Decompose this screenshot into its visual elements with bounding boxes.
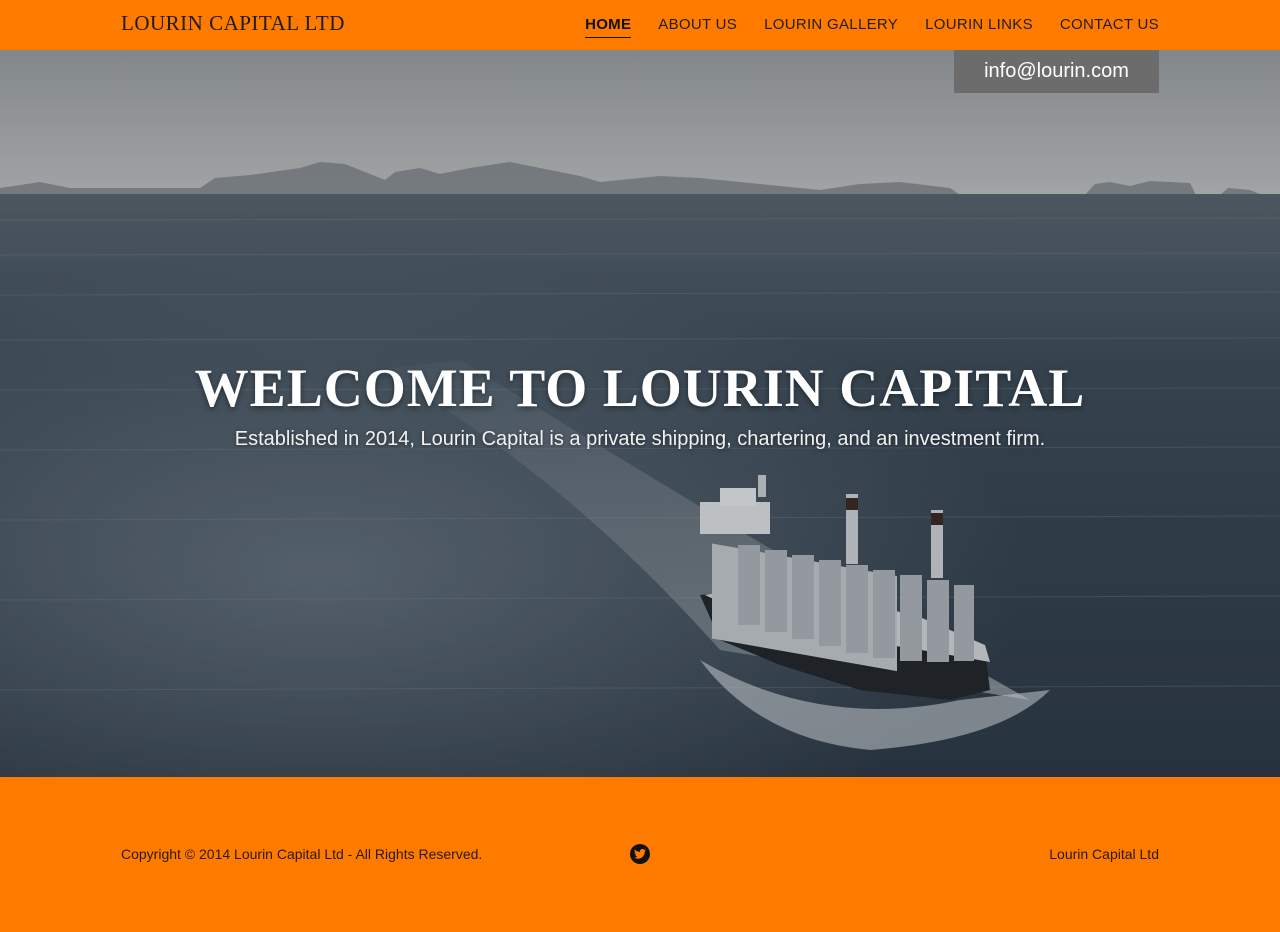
- email-link[interactable]: info@lourin.com: [954, 50, 1159, 93]
- hero-subtitle: Established in 2014, Lourin Capital is a…: [234, 428, 1046, 450]
- twitter-icon[interactable]: [630, 844, 650, 864]
- nav-lourin-links[interactable]: LOURIN LINKS: [925, 16, 1033, 38]
- footer-brand: Lourin Capital Ltd: [1049, 846, 1159, 862]
- main-nav: HOME ABOUT US LOURIN GALLERY LOURIN LINK…: [585, 16, 1159, 38]
- copyright-text: Copyright © 2014 Lourin Capital Ltd - Al…: [121, 846, 483, 862]
- nav-about-us[interactable]: ABOUT US: [658, 16, 737, 38]
- hero-title: WELCOME TO LOURIN CAPITAL: [194, 358, 1086, 418]
- site-footer: Copyright © 2014 Lourin Capital Ltd - Al…: [0, 777, 1280, 932]
- nav-contact-us[interactable]: CONTACT US: [1060, 16, 1159, 38]
- nav-lourin-gallery[interactable]: LOURIN GALLERY: [764, 16, 898, 38]
- site-brand[interactable]: LOURIN CAPITAL LTD: [121, 11, 345, 36]
- site-header: LOURIN CAPITAL LTD HOME ABOUT US LOURIN …: [0, 0, 1280, 50]
- hero-banner: WELCOME TO LOURIN CAPITAL Established in…: [0, 50, 1280, 777]
- nav-home[interactable]: HOME: [585, 16, 632, 38]
